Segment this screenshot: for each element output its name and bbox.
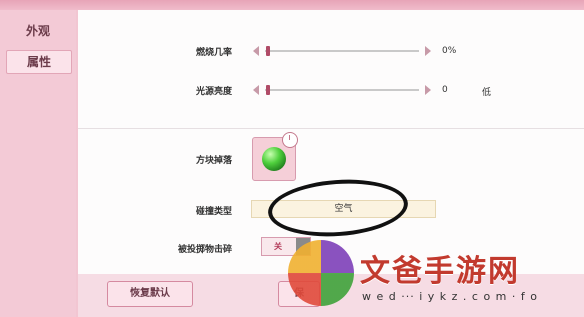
tab-attributes[interactable]: 属性 <box>6 50 72 74</box>
slider-track <box>265 89 419 91</box>
watermark-logo <box>288 240 354 306</box>
sidebar: 外观 属性 <box>0 10 76 317</box>
chevron-left-icon[interactable] <box>253 85 259 95</box>
slider-track <box>265 50 419 52</box>
projectile-break-label: 被投掷物击碎 <box>177 245 232 255</box>
burn-chance-label: 燃烧几率 <box>195 48 232 58</box>
reset-defaults-button[interactable]: 恢复默认 <box>107 281 193 307</box>
light-brightness-slider[interactable] <box>253 84 433 96</box>
tab-appearance[interactable]: 外观 <box>6 20 70 42</box>
watermark-title: 文爸手游网 <box>360 254 520 289</box>
light-brightness-value: 0 <box>442 85 448 95</box>
burn-chance-slider[interactable] <box>253 45 433 57</box>
clock-icon[interactable] <box>282 132 298 148</box>
toggle-state-label: 关 <box>274 242 282 251</box>
window-top-bar <box>0 0 584 10</box>
burn-chance-value: 0% <box>442 46 457 56</box>
collision-type-label: 碰撞类型 <box>195 207 232 217</box>
slider-thumb[interactable] <box>266 85 270 95</box>
block-drop-label: 方块掉落 <box>195 156 232 166</box>
section-divider <box>78 128 584 129</box>
watermark: 文爸手游网 w e d ··· i y k z . c o m · f o <box>288 240 584 317</box>
chevron-right-icon[interactable] <box>425 46 431 56</box>
green-orb-icon <box>262 147 286 171</box>
chevron-right-icon[interactable] <box>425 85 431 95</box>
slider-thumb[interactable] <box>266 46 270 56</box>
chevron-left-icon[interactable] <box>253 46 259 56</box>
watermark-url: w e d ··· i y k z . c o m · f o <box>362 290 538 303</box>
light-brightness-label: 光源亮度 <box>195 87 232 97</box>
light-brightness-suffix: 低 <box>482 88 492 98</box>
